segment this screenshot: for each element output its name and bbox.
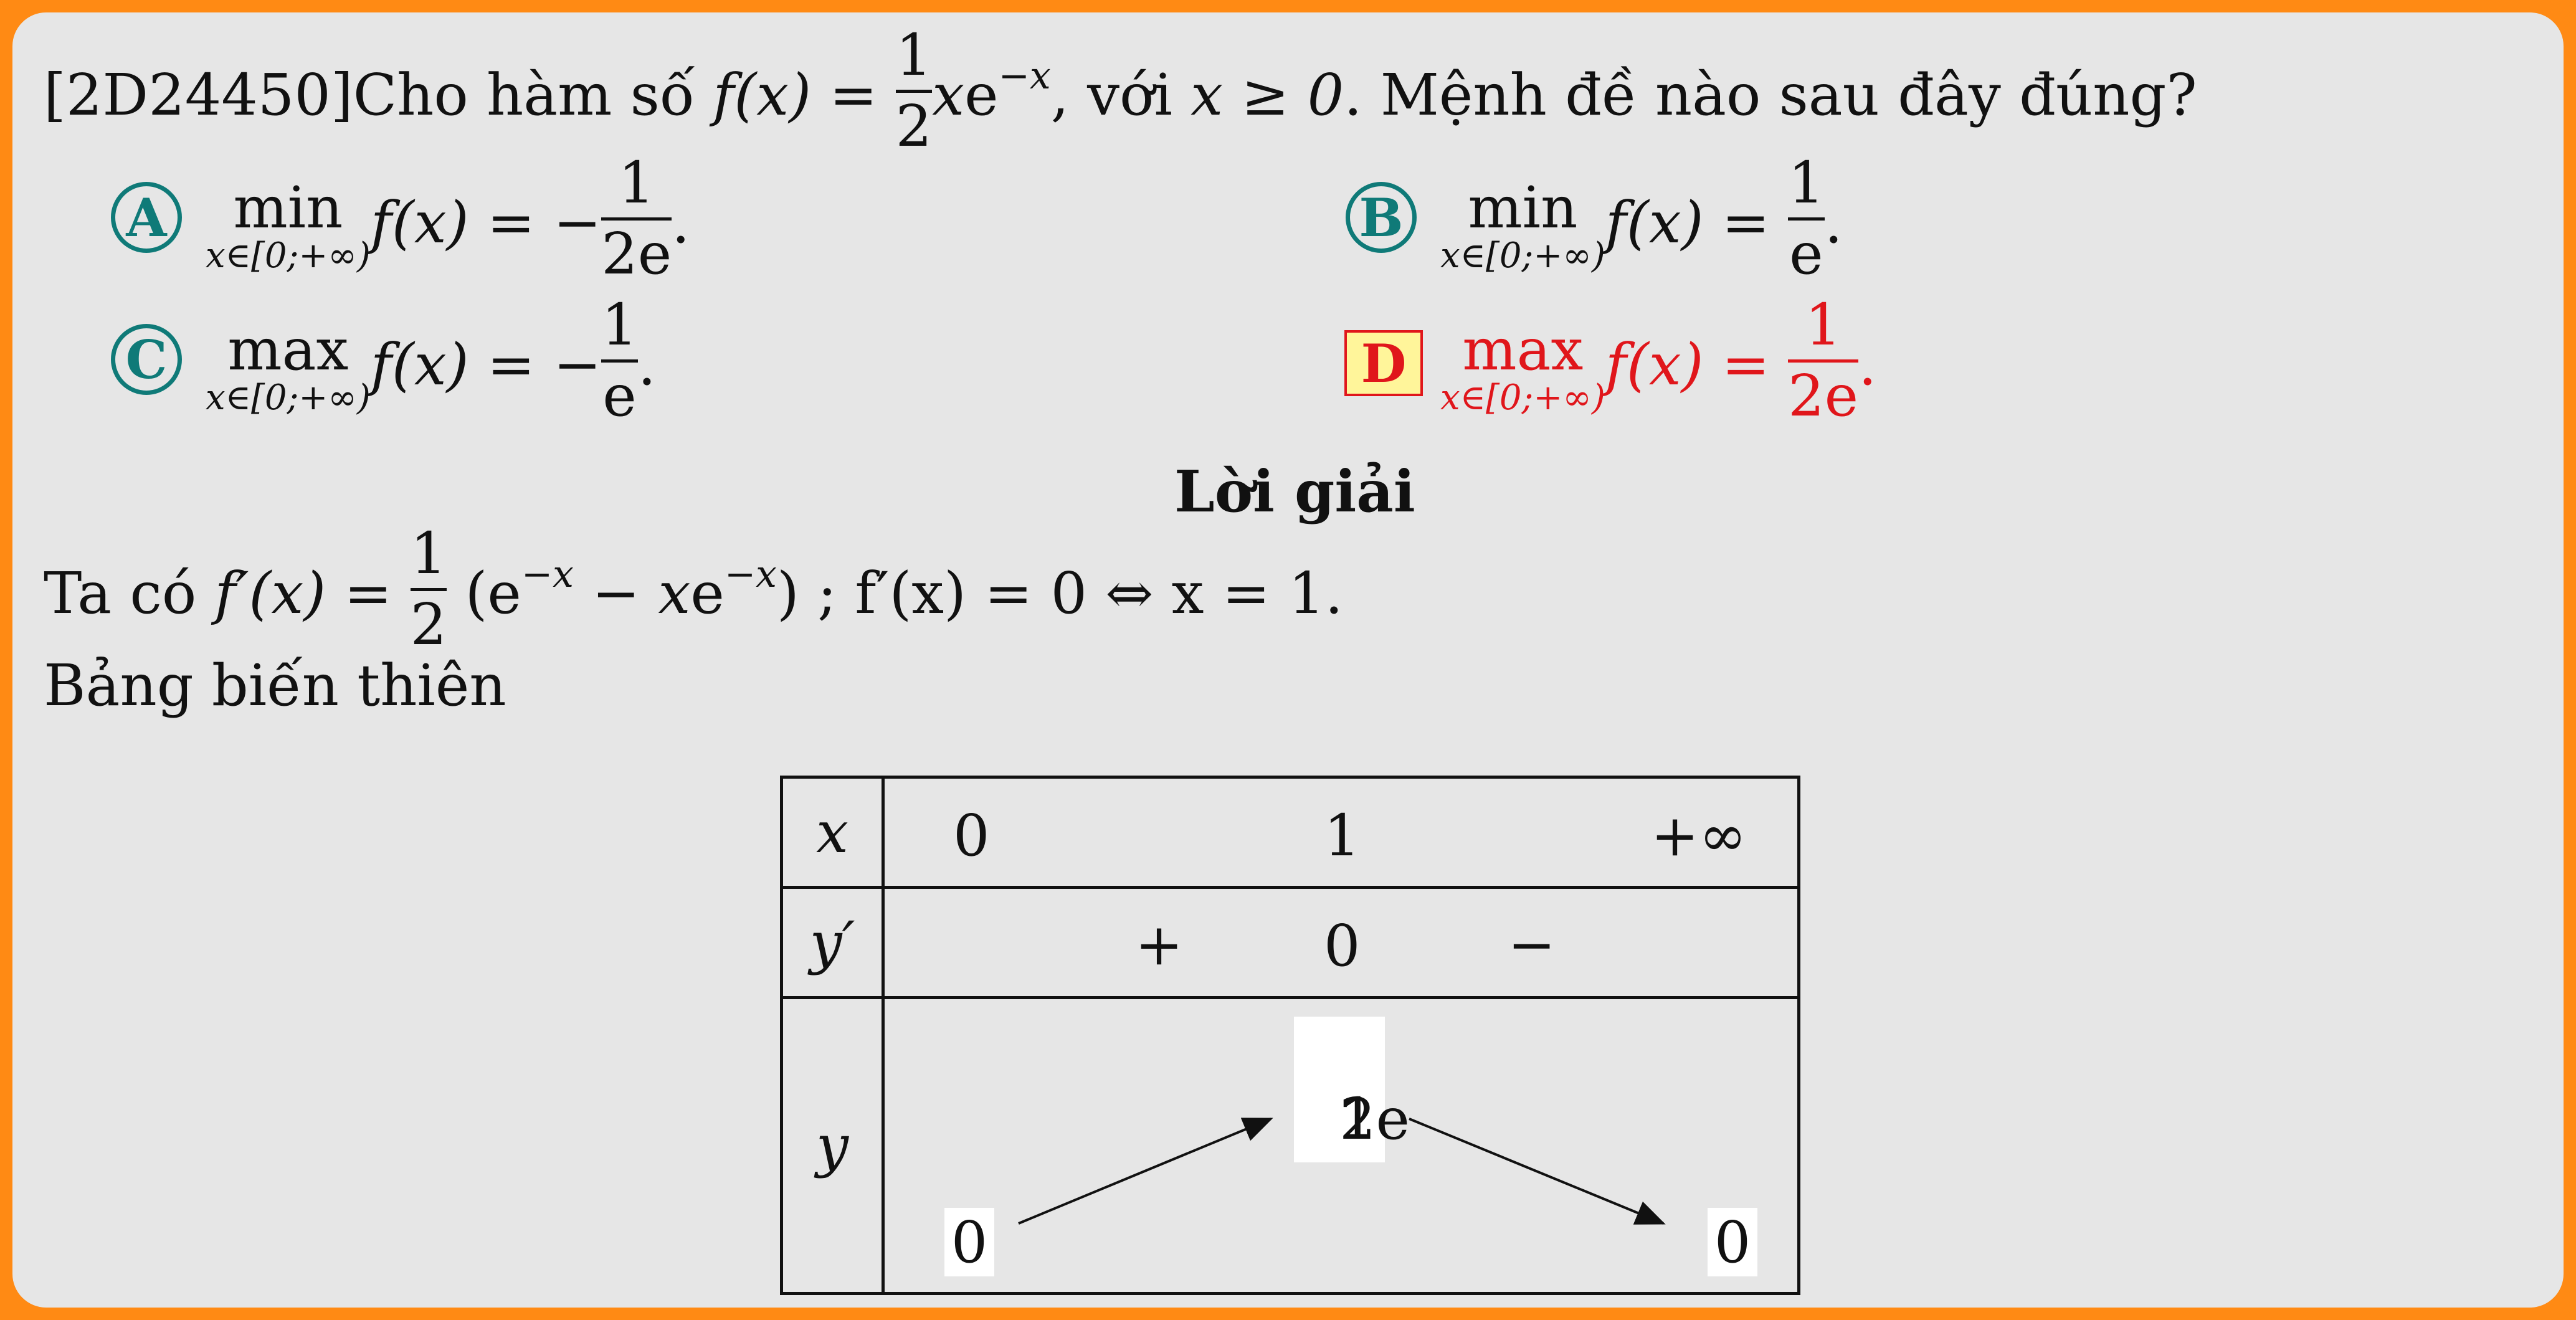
stem-pre: Cho hàm số — [353, 62, 713, 128]
sign-minus: − — [1508, 911, 1556, 978]
frac-num: 1 — [1788, 150, 1825, 216]
op-sub: x∈[0;+∞) — [206, 235, 371, 277]
option-a-lhs: f(x) = − — [370, 189, 602, 256]
x-critical: 1 — [1324, 802, 1361, 869]
option-b[interactable]: min x∈[0;+∞) f(x) = 1e. — [1440, 153, 1843, 293]
op-sub: x∈[0;+∞) — [1440, 235, 1605, 277]
decreasing-arrow — [1409, 1118, 1666, 1225]
row-yprime-label: y′ — [780, 886, 885, 999]
option-c-lhs: f(x) = − — [370, 331, 602, 398]
frac-num: 1 — [1805, 292, 1842, 358]
option-c-tail: . — [637, 331, 656, 398]
frac-den: 2 — [895, 92, 933, 159]
option-d-tail: . — [1858, 331, 1877, 398]
sol-pre: Ta có — [44, 560, 215, 627]
option-d-letter: D — [1361, 332, 1407, 394]
option-d-lhs: f(x) = — [1605, 331, 1789, 398]
frac-den: 2 — [410, 591, 447, 658]
option-a-marker[interactable]: A — [111, 182, 182, 253]
op-word: max — [227, 316, 349, 384]
sol-post: ; f′(x) = 0 ⇔ x = 1. — [799, 560, 1343, 627]
question-code: [2D24450] — [44, 62, 353, 128]
solution-heading: Lời giải — [1174, 458, 1415, 525]
x-start: 0 — [953, 802, 990, 869]
variation-arrows — [1018, 1118, 1666, 1225]
option-d-frac: 1 2e — [1788, 292, 1859, 429]
option-d-operator: max x∈[0;+∞) — [1440, 321, 1605, 417]
sol-e2: e — [690, 560, 725, 627]
stem-mid: , với — [1050, 62, 1191, 128]
option-a-letter: A — [126, 186, 167, 249]
option-b-lhs: f(x) = — [1605, 189, 1789, 256]
op-word: min — [1468, 174, 1578, 242]
sol-paren-close: ) — [776, 560, 799, 627]
frac-den: e — [1789, 220, 1823, 287]
sol-mid: − x — [573, 560, 691, 627]
x-end: +∞ — [1651, 802, 1747, 869]
variation-table: x 0 1 +∞ y′ + 0 − y 0 1 2e 0 — [780, 776, 1800, 1295]
sol-fprime: f′(x) — [214, 560, 326, 627]
row-y-values: 0 1 2e 0 — [882, 996, 1800, 1295]
sol-eq: = — [326, 560, 411, 627]
option-d-marker[interactable]: D — [1344, 330, 1423, 396]
frac-num: 1 — [410, 520, 447, 587]
row-x-label: x — [780, 776, 885, 889]
op-sub: x∈[0;+∞) — [206, 377, 371, 419]
option-d[interactable]: max x∈[0;+∞) f(x) = 1 2e. — [1440, 295, 1877, 435]
frac-den: 2e — [601, 220, 672, 287]
stem-cond: x ≥ 0 — [1191, 62, 1344, 128]
sign-plus: + — [1135, 911, 1184, 978]
frac-den: e — [602, 362, 637, 429]
stem-eq: = — [811, 62, 896, 128]
stem-e: e — [964, 62, 999, 128]
yprime-zero: 0 — [1324, 913, 1361, 979]
row-yprime-values: + 0 − — [882, 886, 1800, 999]
stem-post: . Mệnh đề nào sau đây đúng? — [1344, 62, 2197, 128]
sol-paren-open: (e — [447, 560, 521, 627]
op-word: min — [233, 174, 343, 242]
question-stem: [2D24450]Cho hàm số f(x) = 1 2 xe−x, với x… — [44, 25, 2197, 165]
frac-num: 1 — [895, 22, 933, 88]
frac-den: 2e — [1788, 362, 1859, 429]
row-x-values: 0 1 +∞ — [882, 776, 1800, 889]
sol-exp1: −x — [521, 553, 574, 596]
solution-derivative: Ta có f′(x) = 12 (e−x − xe−x) ; f′(x) = … — [44, 523, 1343, 663]
option-c-letter: C — [125, 328, 168, 391]
option-b-letter: B — [1359, 186, 1404, 249]
option-c-frac: 1e — [601, 295, 638, 426]
op-sub: x∈[0;+∞) — [1440, 377, 1605, 419]
option-a-tail: . — [672, 189, 690, 256]
stem-exp: −x — [998, 54, 1051, 98]
option-c-operator: max x∈[0;+∞) — [206, 321, 371, 417]
frac-num: 1 — [618, 150, 655, 216]
option-b-frac: 1e — [1788, 153, 1825, 284]
option-a[interactable]: min x∈[0;+∞) f(x) = −1 2e. — [206, 153, 690, 293]
option-a-operator: min x∈[0;+∞) — [206, 179, 371, 275]
sol-exp2: −x — [724, 553, 777, 596]
row-y-label: y — [780, 996, 885, 1295]
stem-func: f(x) — [713, 62, 812, 128]
sol-frac: 12 — [410, 520, 447, 658]
stem-x: x — [932, 62, 965, 128]
option-b-marker[interactable]: B — [1346, 182, 1417, 253]
option-b-operator: min x∈[0;+∞) — [1440, 179, 1605, 275]
option-c-marker[interactable]: C — [111, 324, 182, 395]
variation-table-caption: Bảng biến thiên — [44, 652, 506, 719]
increasing-arrow — [1018, 1118, 1273, 1225]
op-word: max — [1462, 316, 1584, 384]
stem-fraction: 12 — [895, 22, 933, 159]
frac-num: 1 — [601, 292, 638, 358]
option-c[interactable]: max x∈[0;+∞) f(x) = −1 e. — [206, 295, 656, 435]
option-b-tail: . — [1824, 189, 1843, 256]
option-a-frac: 1 2e — [601, 153, 672, 284]
